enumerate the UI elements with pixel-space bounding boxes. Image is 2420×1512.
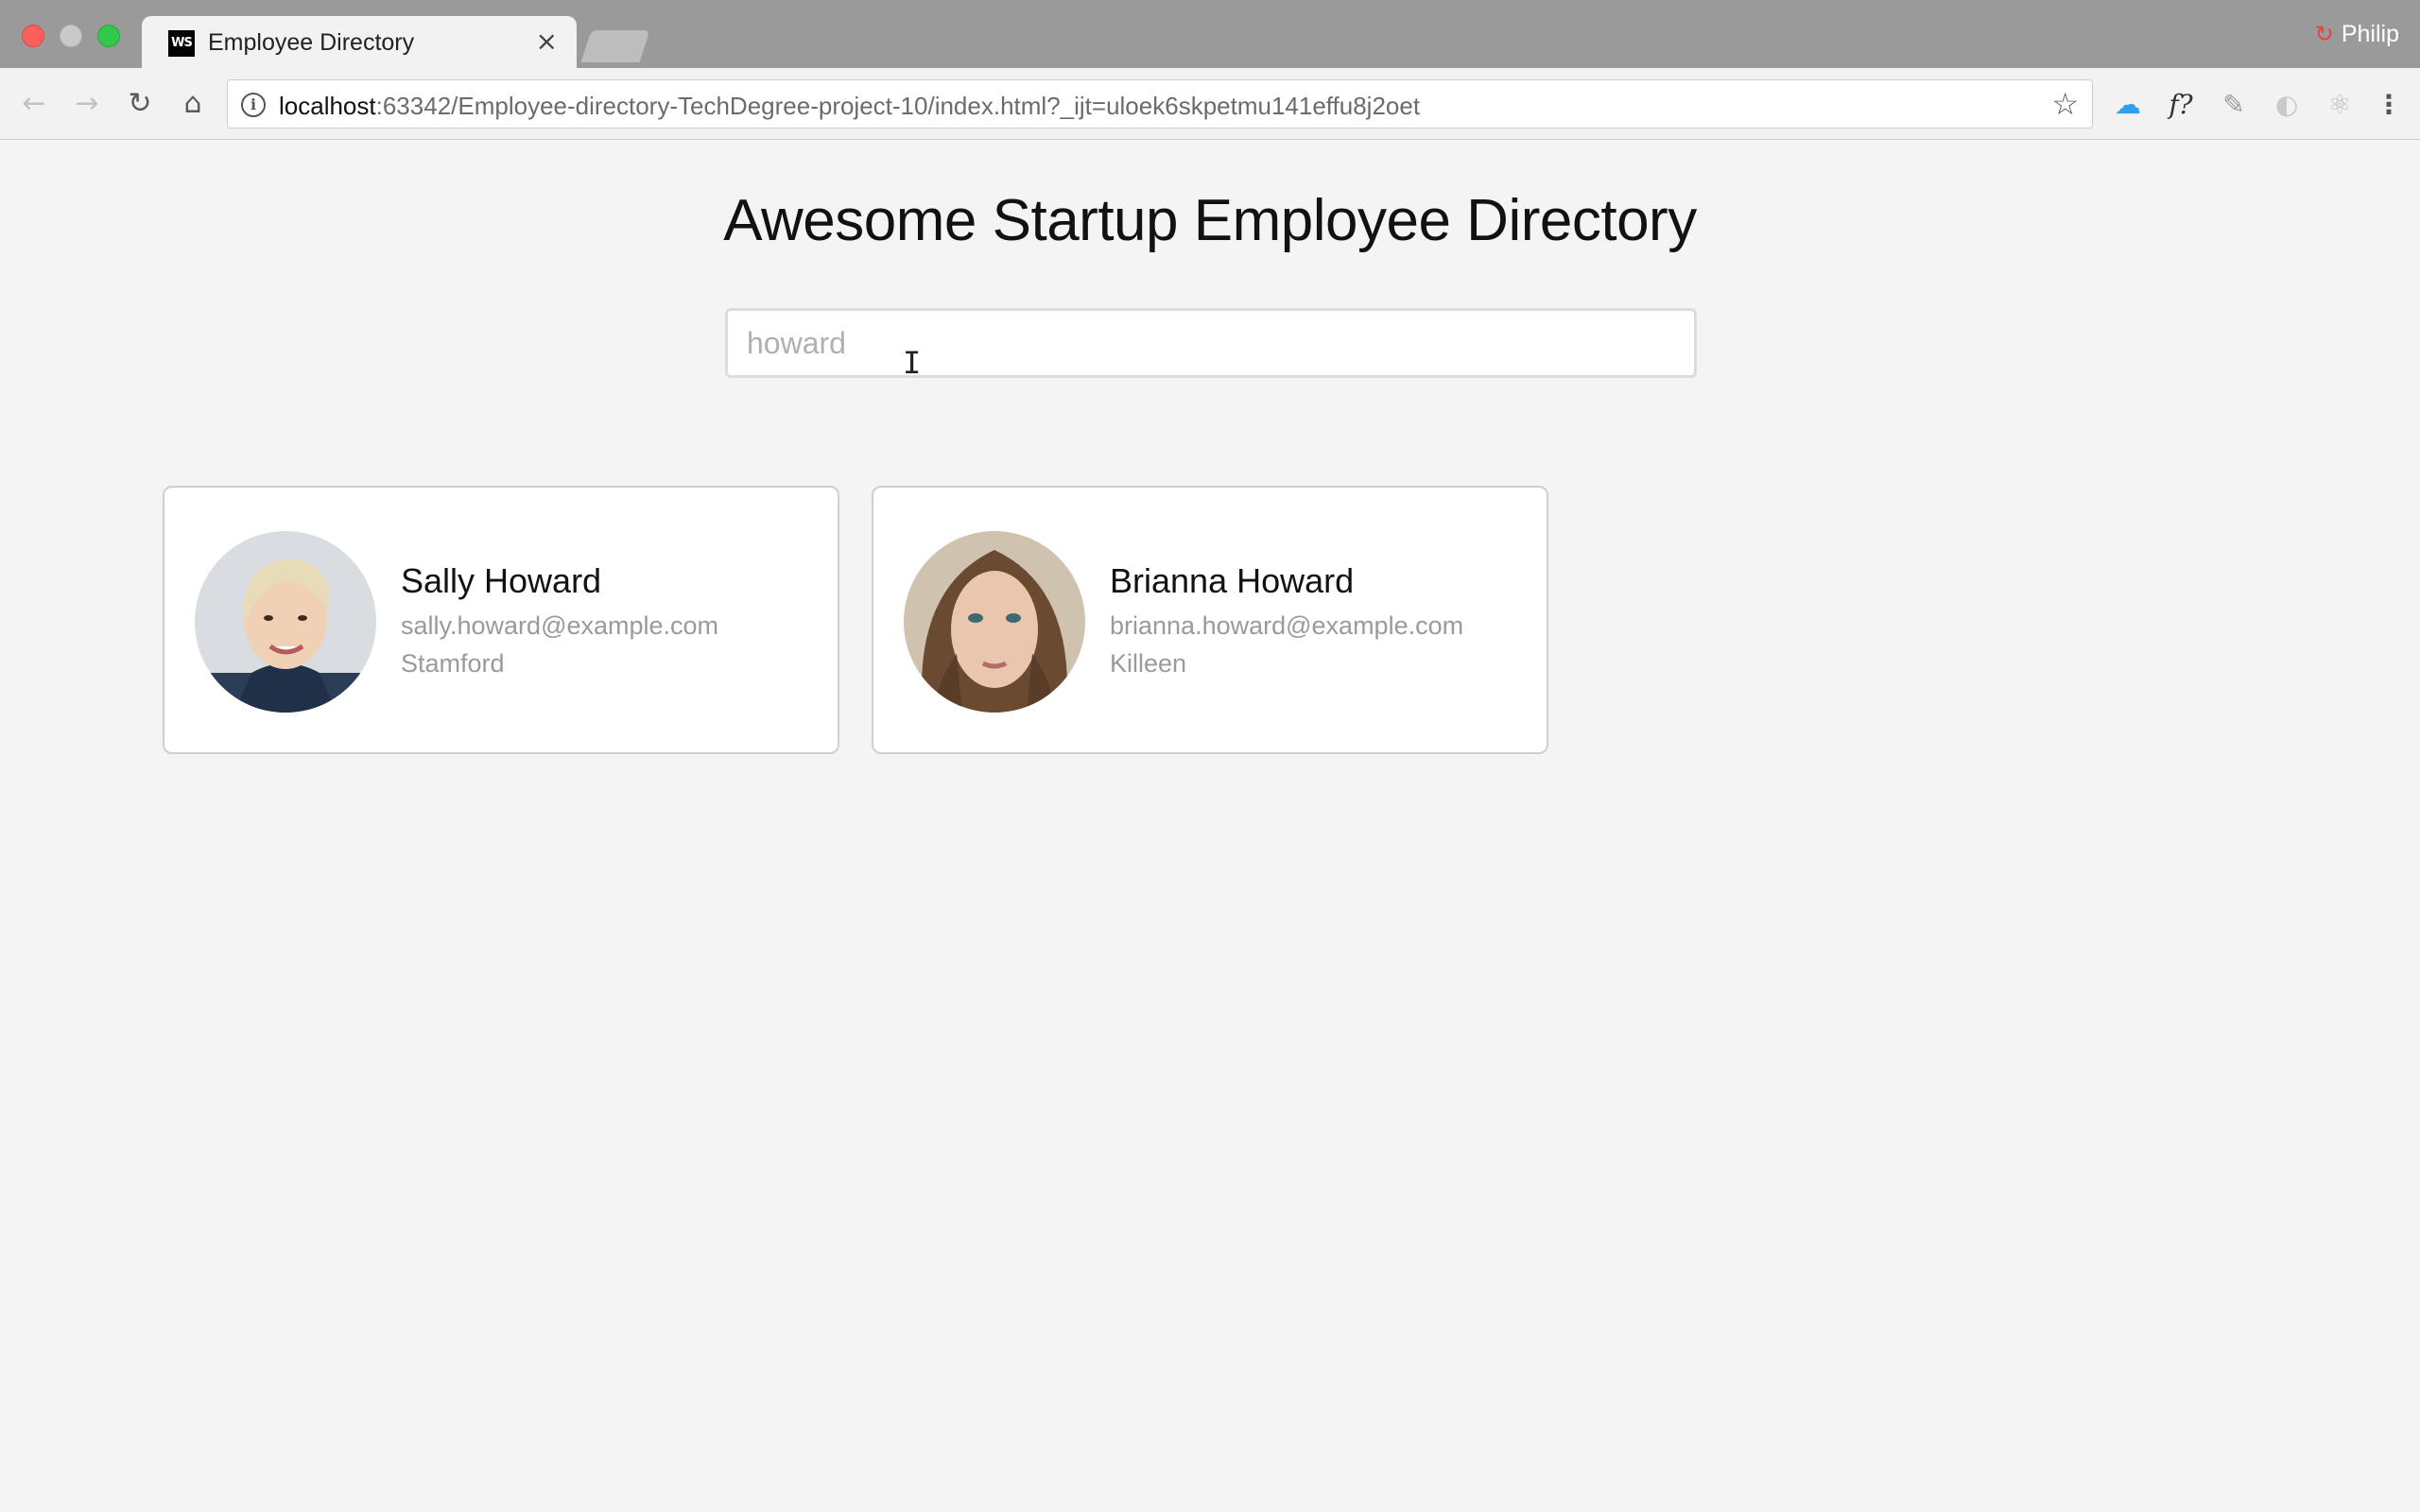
window-close-button[interactable] xyxy=(22,25,44,47)
tab-title: Employee Directory xyxy=(208,29,415,56)
avatar xyxy=(195,531,376,713)
profile-name: Philip xyxy=(2341,21,2399,47)
new-tab-button[interactable] xyxy=(580,30,650,62)
page-title: Awesome Startup Employee Directory xyxy=(723,188,1697,253)
bookmark-star-icon[interactable]: ☆ xyxy=(2051,86,2079,122)
forward-arrow-icon[interactable]: → xyxy=(70,87,104,121)
url-host: localhost xyxy=(279,92,376,120)
search-input[interactable] xyxy=(725,308,1697,378)
address-bar[interactable]: i localhost:63342/Employee-directory-Tec… xyxy=(227,79,2093,129)
back-arrow-icon[interactable]: ← xyxy=(17,87,51,121)
tab-close-icon[interactable]: × xyxy=(536,27,558,56)
text-cursor-icon: I xyxy=(903,345,922,381)
avatar xyxy=(904,531,1085,713)
employee-email: brianna.howard@example.com xyxy=(1110,611,1464,640)
employee-name: Brianna Howard xyxy=(1110,561,1355,600)
employee-city: Killeen xyxy=(1110,649,1187,678)
cloud-extension-icon[interactable]: ☁ xyxy=(2112,89,2144,121)
info-icon[interactable]: i xyxy=(241,93,266,117)
browser-menu-icon[interactable]: ⋮ xyxy=(2373,89,2405,121)
browser-titlebar: WS Employee Directory × ↻ Philip xyxy=(0,0,2420,69)
window-maximize-button[interactable] xyxy=(97,25,120,47)
browser-toolbar: ← → ↻ ⌂ i localhost:63342/Employee-direc… xyxy=(0,68,2420,140)
employee-card[interactable]: Brianna Howard brianna.howard@example.co… xyxy=(872,486,1548,754)
react-devtools-icon[interactable]: ⚛ xyxy=(2324,89,2356,121)
url-path: :63342/Employee-directory-TechDegree-pro… xyxy=(375,92,1421,120)
profile-button[interactable]: ↻ Philip xyxy=(2315,21,2399,48)
url-text[interactable]: localhost:63342/Employee-directory-TechD… xyxy=(279,92,1420,121)
employee-email: sally.howard@example.com xyxy=(401,611,719,640)
swirl-extension-icon[interactable]: ◐ xyxy=(2271,89,2303,121)
fx-extension-icon[interactable]: f? xyxy=(2165,89,2197,121)
pen-extension-icon[interactable]: ✎ xyxy=(2218,89,2250,121)
employee-city: Stamford xyxy=(401,649,505,678)
employee-name: Sally Howard xyxy=(401,561,602,600)
window-minimize-button[interactable] xyxy=(60,25,82,47)
reload-icon[interactable]: ↻ xyxy=(123,87,157,121)
employee-card[interactable]: Sally Howard sally.howard@example.com St… xyxy=(163,486,839,754)
webstorm-favicon-icon: WS xyxy=(168,30,195,57)
sync-error-icon: ↻ xyxy=(2314,21,2334,47)
browser-tab-active[interactable]: WS Employee Directory × xyxy=(142,16,577,69)
home-icon[interactable]: ⌂ xyxy=(176,87,210,121)
